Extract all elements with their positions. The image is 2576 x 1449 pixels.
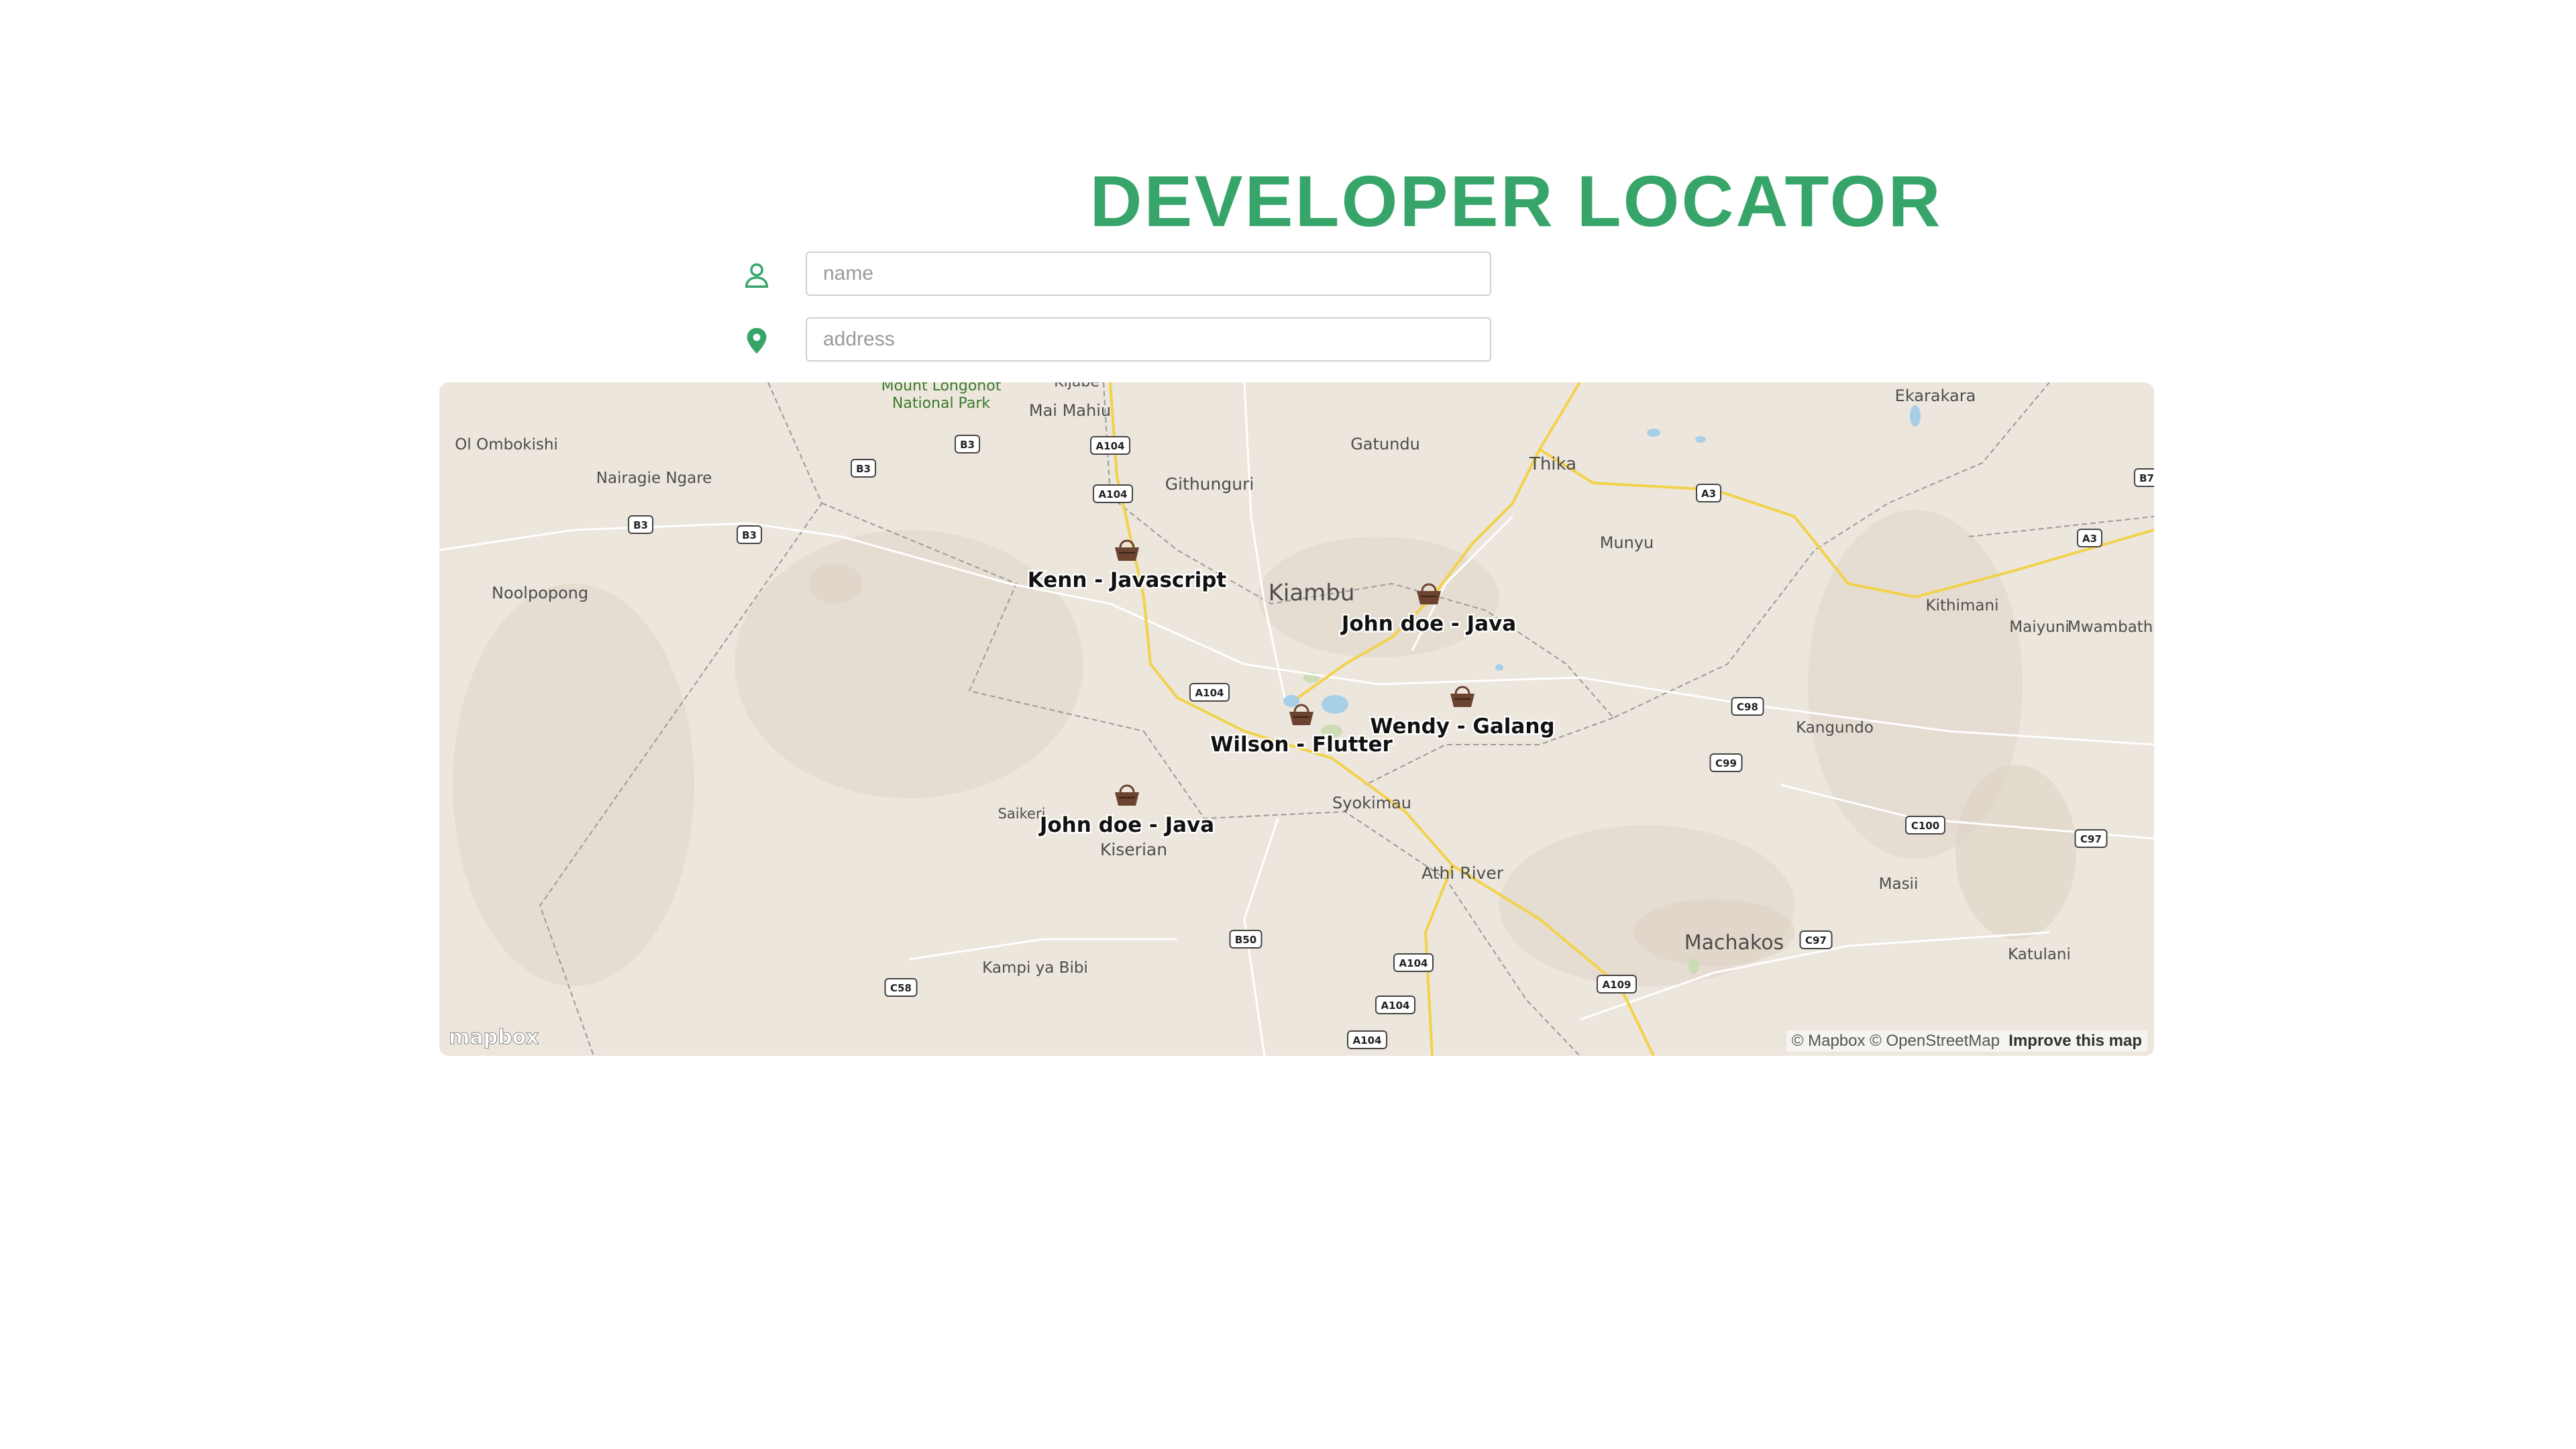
place-label: Kijabe: [1054, 382, 1099, 390]
place-label: Ekarakara: [1895, 386, 1976, 405]
road-shield: B3: [955, 435, 980, 453]
road-shield: C58: [884, 978, 918, 997]
svg-text:A104: A104: [1381, 1000, 1410, 1012]
road-shield: B50: [1229, 930, 1263, 949]
place-label: Gatundu: [1350, 435, 1420, 453]
improve-map-link[interactable]: Improve this map: [2008, 1032, 2142, 1050]
svg-text:C97: C97: [2080, 833, 2102, 845]
svg-text:C97: C97: [1805, 934, 1827, 947]
road-shield: C97: [1799, 930, 1833, 949]
svg-text:B50: B50: [1235, 934, 1256, 946]
place-label: Munyu: [1600, 533, 1654, 552]
address-field-row: [741, 317, 1493, 364]
svg-text:A3: A3: [1701, 488, 1716, 500]
place-label: Katulani: [2008, 946, 2071, 963]
place-label: Kangundo: [1796, 719, 1874, 737]
road-shield: B3: [851, 459, 876, 478]
place-label: National Park: [892, 395, 990, 412]
place-label: Thika: [1529, 454, 1576, 474]
map-canvas[interactable]: B3 B3 A104 A104 B3 B3 A3 A3 B7 A104 C98 C99 C100 C97 B…: [439, 382, 2154, 1056]
road-shield: B7: [2134, 468, 2154, 487]
road-shield: C99: [1709, 753, 1743, 772]
marker-label: Kenn - Javascript: [1028, 568, 1227, 592]
road-shield: B3: [737, 525, 762, 544]
svg-text:A104: A104: [1195, 687, 1224, 699]
place-label: Noolpopong: [492, 584, 588, 602]
road-shield: C97: [2074, 829, 2108, 848]
marker-label: Wendy - Galang: [1370, 714, 1554, 739]
svg-text:C100: C100: [1911, 820, 1939, 832]
name-field-row: [741, 252, 1493, 299]
map-view[interactable]: B3 B3 A104 A104 B3 B3 A3 A3 B7 A104 C98 C99 C100 C97 B…: [439, 382, 2154, 1056]
svg-text:A104: A104: [1099, 488, 1128, 500]
road-shield: A104: [1347, 1030, 1387, 1049]
road-shield: A104: [1093, 484, 1133, 503]
svg-text:C98: C98: [1737, 701, 1758, 713]
place-label: Kiambu: [1269, 580, 1355, 606]
place-label: Githunguri: [1165, 474, 1254, 494]
place-label: Kithimani: [1926, 597, 1999, 614]
attribution-text[interactable]: © Mapbox © OpenStreetMap: [1792, 1032, 2000, 1050]
place-label: Maiyuni: [2009, 619, 2069, 636]
map-attribution: © Mapbox © OpenStreetMap Improve this ma…: [1786, 1030, 2147, 1052]
road-shield: C100: [1905, 816, 1945, 835]
place-label: Mai Mahiu: [1029, 401, 1111, 420]
svg-text:C58: C58: [890, 982, 912, 994]
road-shield: A109: [1597, 975, 1637, 994]
place-label: Saikeri: [998, 806, 1046, 822]
svg-text:B3: B3: [856, 463, 871, 475]
place-label: Machakos: [1684, 931, 1784, 955]
svg-text:B3: B3: [633, 519, 648, 531]
place-label: Syokimau: [1332, 794, 1411, 812]
user-icon: [745, 263, 769, 288]
road-shield: B3: [628, 515, 653, 534]
place-label: Nairagie Ngare: [596, 470, 712, 487]
place-label: Mount Longonot: [881, 382, 1002, 394]
road-shield: A3: [2077, 529, 2102, 547]
road-shield: A3: [1696, 484, 1721, 502]
marker-label: John doe - Java: [1038, 813, 1214, 837]
mapbox-logo[interactable]: mapbox: [448, 1026, 539, 1050]
svg-text:A104: A104: [1399, 957, 1428, 969]
place-label: Ol Ombokishi: [455, 436, 558, 453]
road-shield: C98: [1731, 697, 1764, 716]
road-shield: A104: [1393, 953, 1434, 972]
svg-text:A109: A109: [1603, 979, 1631, 991]
svg-text:B7: B7: [2139, 472, 2154, 484]
svg-text:A104: A104: [1096, 440, 1125, 452]
page-title: DEVELOPER LOCATOR: [1089, 160, 1943, 241]
svg-text:C99: C99: [1715, 757, 1737, 769]
place-label: Masii: [1879, 875, 1919, 893]
address-input[interactable]: [806, 317, 1491, 362]
marker-label: Wilson - Flutter: [1210, 733, 1393, 757]
svg-text:B3: B3: [742, 529, 757, 541]
name-input[interactable]: [806, 252, 1491, 296]
road-shield: A104: [1375, 996, 1415, 1014]
place-label: Mwambathan: [2068, 619, 2154, 636]
place-label: Athi River: [1421, 863, 1504, 883]
svg-text:B3: B3: [960, 439, 975, 451]
svg-text:A3: A3: [2082, 533, 2097, 545]
svg-text:A104: A104: [1353, 1034, 1382, 1046]
road-shield: A104: [1189, 683, 1230, 702]
marker-label: John doe - Java: [1340, 612, 1516, 636]
road-shield: A104: [1090, 436, 1130, 455]
location-pin-icon: [747, 327, 767, 354]
place-label: Kampi ya Bibi: [982, 959, 1088, 977]
place-label: Kiserian: [1100, 840, 1167, 859]
